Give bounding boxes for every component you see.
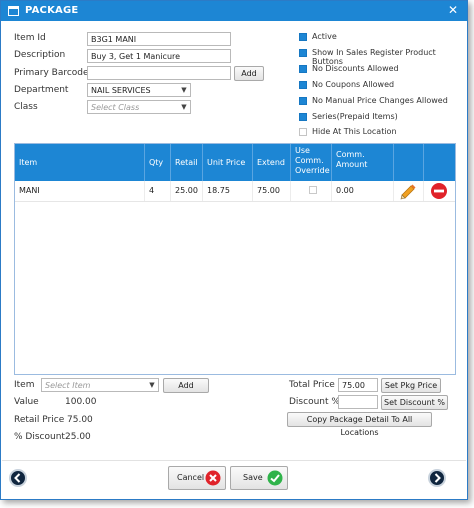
column-header-use-comm-override[interactable]: Use Comm. Override <box>291 144 332 181</box>
table-row[interactable]: MANI 4 25.00 18.75 75.00 0.00 <box>15 181 455 202</box>
discount-pct-label: Discount % <box>289 397 340 407</box>
active-label: Active <box>312 32 337 41</box>
cell-comm-amount[interactable]: 0.00 <box>332 181 394 201</box>
cell-retail: 25.00 <box>171 181 203 201</box>
window-icon <box>8 6 19 16</box>
no-coupons-label: No Coupons Allowed <box>312 80 395 89</box>
set-discount-button[interactable]: Set Discount % <box>381 395 448 410</box>
set-pkg-price-button[interactable]: Set Pkg Price <box>381 378 441 393</box>
next-button[interactable] <box>428 469 446 487</box>
class-select[interactable]: Select Class ▼ <box>87 100 191 114</box>
package-items-grid: Item Qty Retail Unit Price Extend Use Co… <box>14 143 456 375</box>
cell-use-comm-override <box>291 181 332 201</box>
item-id-field[interactable]: B3G1 MANI <box>87 32 231 46</box>
cell-extend: 75.00 <box>253 181 291 201</box>
item-placeholder: Select Item <box>45 381 91 390</box>
use-comm-override-checkbox[interactable] <box>309 186 317 194</box>
pct-discount-amount: 25.00 <box>65 432 91 442</box>
active-checkbox[interactable] <box>299 33 307 41</box>
chevron-down-icon[interactable]: ▼ <box>178 101 190 113</box>
class-label: Class <box>14 102 38 112</box>
value-amount: 100.00 <box>65 397 97 407</box>
column-header-delete <box>424 144 455 181</box>
chevron-down-icon[interactable]: ▼ <box>146 379 158 391</box>
value-label: Value <box>14 397 39 407</box>
item-label: Item <box>14 380 35 390</box>
checkmark-icon <box>267 470 283 486</box>
series-prepaid-label: Series(Prepaid Items) <box>312 112 398 121</box>
save-button[interactable]: Save <box>230 466 288 490</box>
item-select[interactable]: Select Item ▼ <box>41 378 159 392</box>
column-header-edit <box>394 144 424 181</box>
chevron-left-icon <box>14 473 21 483</box>
no-discounts-label: No Discounts Allowed <box>312 64 399 73</box>
hide-at-location-label: Hide At This Location <box>312 127 397 136</box>
column-header-retail[interactable]: Retail <box>171 144 203 181</box>
previous-button[interactable] <box>9 469 27 487</box>
cell-qty[interactable]: 4 <box>145 181 171 201</box>
retail-price-amount: 75.00 <box>67 415 93 425</box>
department-select[interactable]: NAIL SERVICES ▼ <box>87 83 191 97</box>
add-item-button[interactable]: Add <box>163 378 209 393</box>
discount-pct-field[interactable] <box>338 395 378 409</box>
no-manual-price-changes-checkbox[interactable] <box>299 97 307 105</box>
use-comm-line-1: Use <box>295 146 310 155</box>
title-bar: PACKAGE ✕ <box>1 1 467 21</box>
series-prepaid-checkbox[interactable] <box>299 113 307 121</box>
primary-barcode-field[interactable] <box>87 66 231 80</box>
use-comm-line-2: Comm. <box>295 156 324 165</box>
package-window: PACKAGE ✕ Item Id B3G1 MANI Description … <box>0 0 468 500</box>
description-field[interactable]: Buy 3, Get 1 Manicure <box>87 49 231 63</box>
class-placeholder: Select Class <box>91 103 140 112</box>
column-header-extend[interactable]: Extend <box>253 144 291 181</box>
use-comm-line-3: Override <box>295 166 330 175</box>
cell-item: MANI <box>15 181 145 201</box>
cell-unit-price[interactable]: 18.75 <box>203 181 253 201</box>
column-header-unit-price[interactable]: Unit Price <box>203 144 253 181</box>
close-icon[interactable]: ✕ <box>448 3 458 17</box>
comm-amount-line-2: Amount <box>336 160 368 169</box>
retail-price-label: Retail Price <box>14 415 65 425</box>
grid-header: Item Qty Retail Unit Price Extend Use Co… <box>15 144 455 181</box>
show-in-register-checkbox[interactable] <box>299 49 307 57</box>
add-barcode-button[interactable]: Add <box>234 66 264 81</box>
cancel-button[interactable]: Cancel <box>168 466 226 490</box>
cell-edit <box>394 181 424 201</box>
comm-amount-line-1: Comm. <box>336 150 365 159</box>
cancel-icon <box>205 470 221 486</box>
save-label: Save <box>243 473 263 482</box>
column-header-item[interactable]: Item <box>15 144 145 181</box>
cancel-label: Cancel <box>177 473 205 482</box>
description-label: Description <box>14 50 66 60</box>
no-coupons-checkbox[interactable] <box>299 81 307 89</box>
pct-discount-label: % Discount <box>14 432 65 442</box>
column-header-qty[interactable]: Qty <box>145 144 171 181</box>
remove-icon[interactable] <box>430 182 448 200</box>
item-id-label: Item Id <box>14 33 46 43</box>
cell-delete <box>424 181 455 201</box>
department-value: NAIL SERVICES <box>91 86 151 95</box>
pencil-icon[interactable] <box>399 182 417 200</box>
no-discounts-checkbox[interactable] <box>299 65 307 73</box>
hide-at-location-checkbox[interactable] <box>299 128 307 136</box>
copy-to-all-locations-button[interactable]: Copy Package Detail To All Locations <box>287 412 432 437</box>
column-header-comm-amount[interactable]: Comm. Amount <box>332 144 394 181</box>
total-price-field[interactable]: 75.00 <box>338 378 378 392</box>
window-title: PACKAGE <box>25 5 79 16</box>
footer-divider <box>2 460 466 461</box>
no-manual-price-changes-label: No Manual Price Changes Allowed <box>312 96 448 105</box>
department-label: Department <box>14 85 69 95</box>
chevron-right-icon <box>434 473 441 483</box>
chevron-down-icon[interactable]: ▼ <box>178 84 190 96</box>
primary-barcode-label: Primary Barcode <box>14 68 89 78</box>
total-price-label: Total Price <box>289 380 335 390</box>
